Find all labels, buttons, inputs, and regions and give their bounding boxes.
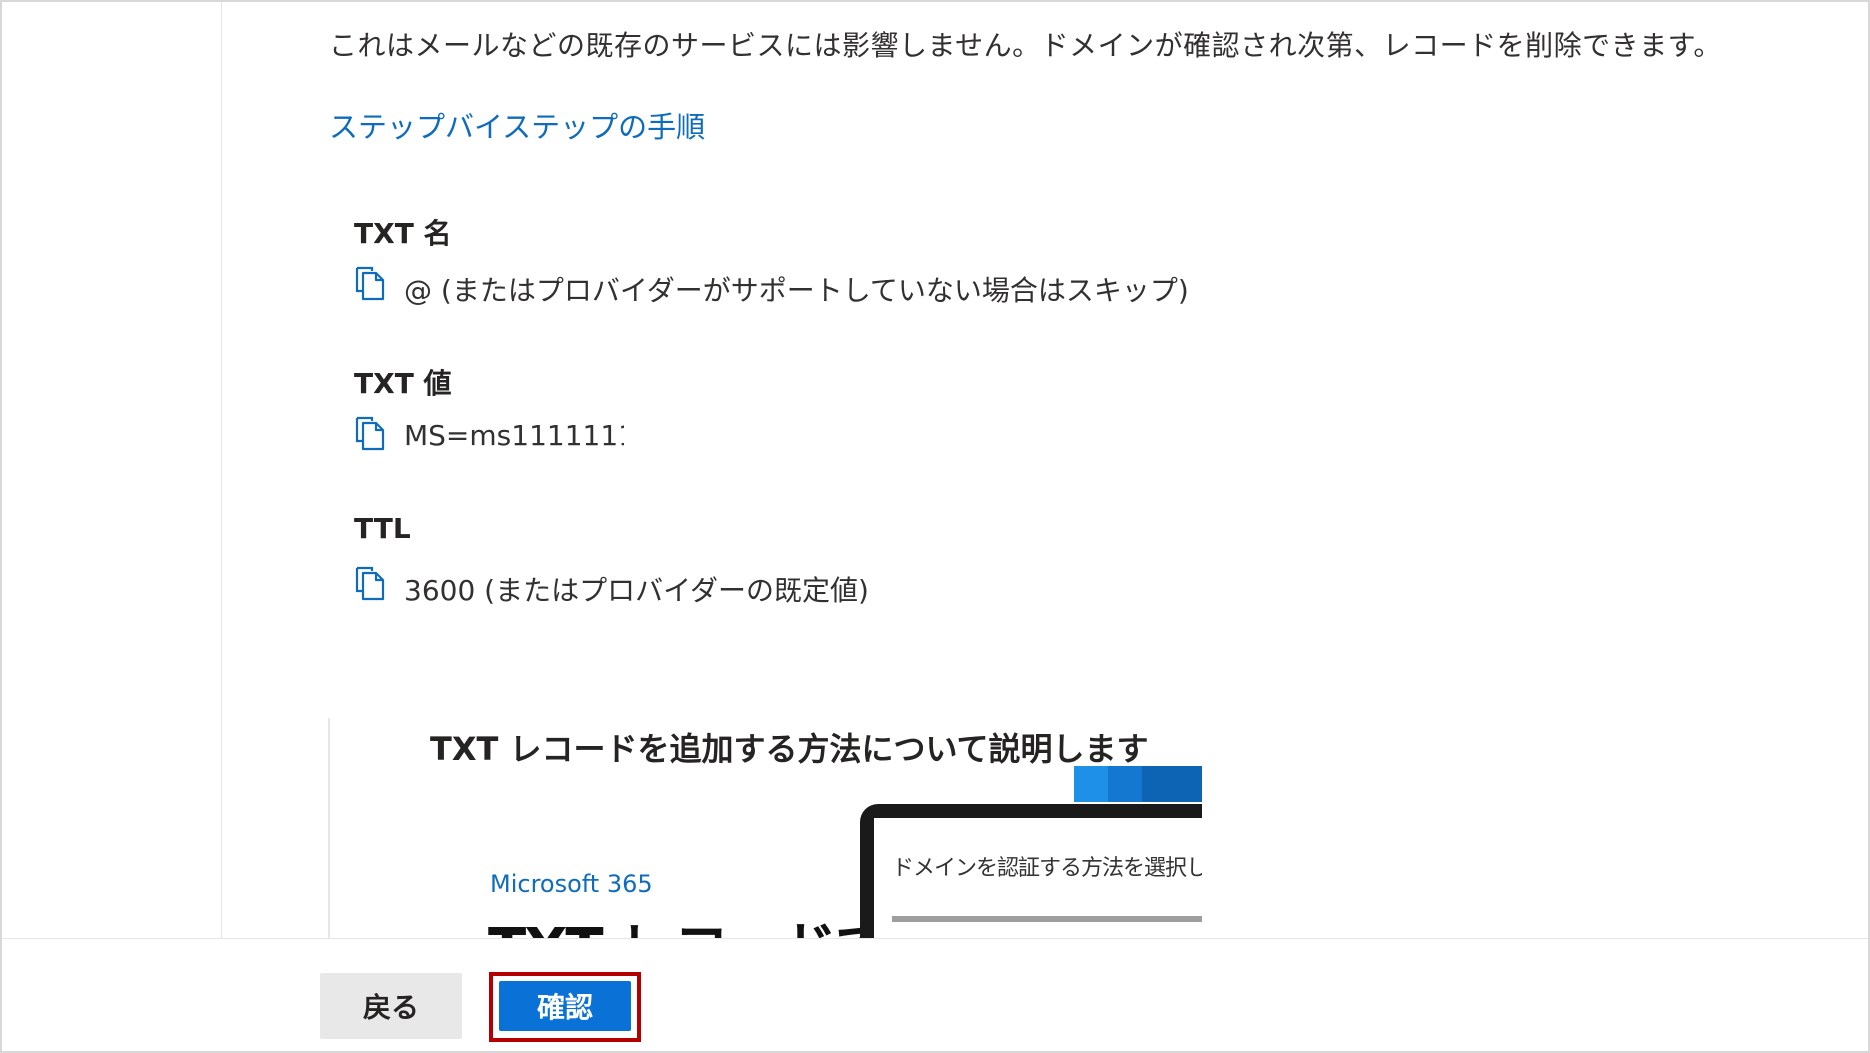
ttl-label: TTL bbox=[354, 512, 411, 545]
step-by-step-link[interactable]: ステップバイステップの手順 bbox=[329, 104, 705, 146]
video-section-rule bbox=[328, 718, 330, 938]
txt-name-value: @ (またはプロバイダーがサポートしていない場合はスキップ) bbox=[404, 274, 1189, 307]
dialog-frame: これはメールなどの既存のサービスには影響しません。ドメインが確認され次第、レコー… bbox=[0, 0, 1870, 1053]
txt-name-row: @ (またはプロバイダーがサポートしていない場合はスキップ) bbox=[354, 265, 1254, 307]
copy-icon[interactable] bbox=[354, 265, 386, 301]
copy-icon[interactable] bbox=[354, 565, 386, 601]
thumb-accent bbox=[1074, 766, 1108, 802]
txt-name-label: TXT 名 bbox=[354, 217, 452, 250]
footer-bar: 戻る 確認 bbox=[2, 938, 1868, 1051]
thumb-accent bbox=[1108, 766, 1142, 802]
laptop-screen-text: ドメインを認証する方法を選択してく bbox=[892, 856, 1202, 881]
thumb-accent bbox=[1142, 766, 1202, 802]
intro-text: これはメールなどの既存のサービスには影響しません。ドメインが確認され次第、レコー… bbox=[329, 29, 1722, 62]
video-brand: Microsoft 365 bbox=[490, 870, 653, 898]
ttl-row: 3600 (またはプロバイダーの既定値) bbox=[354, 565, 1054, 607]
ttl-value: 3600 (またはプロバイダーの既定値) bbox=[404, 574, 869, 607]
copy-icon[interactable] bbox=[354, 415, 386, 451]
txt-value-value: MS=ms11111111 bbox=[404, 419, 624, 452]
video-thumbnail[interactable]: Microsoft 365 TXT レコードでド ドメインを認証する方法を選択し… bbox=[430, 766, 1202, 938]
txt-value-label: TXT 値 bbox=[354, 367, 452, 400]
video-title: TXT レコードを追加する方法について説明します bbox=[430, 730, 1149, 768]
laptop-screen: ドメインを認証する方法を選択してく bbox=[874, 818, 1202, 938]
laptop-illustration: ドメインを認証する方法を選択してく bbox=[860, 804, 1202, 938]
laptop-screen-bar bbox=[892, 916, 1202, 922]
side-divider bbox=[221, 2, 222, 938]
confirm-button[interactable]: 確認 bbox=[499, 981, 631, 1031]
content-area: これはメールなどの既存のサービスには影響しません。ドメインが確認され次第、レコー… bbox=[2, 2, 1868, 938]
back-button[interactable]: 戻る bbox=[320, 973, 462, 1039]
txt-value-row: MS=ms11111111 bbox=[354, 415, 674, 455]
